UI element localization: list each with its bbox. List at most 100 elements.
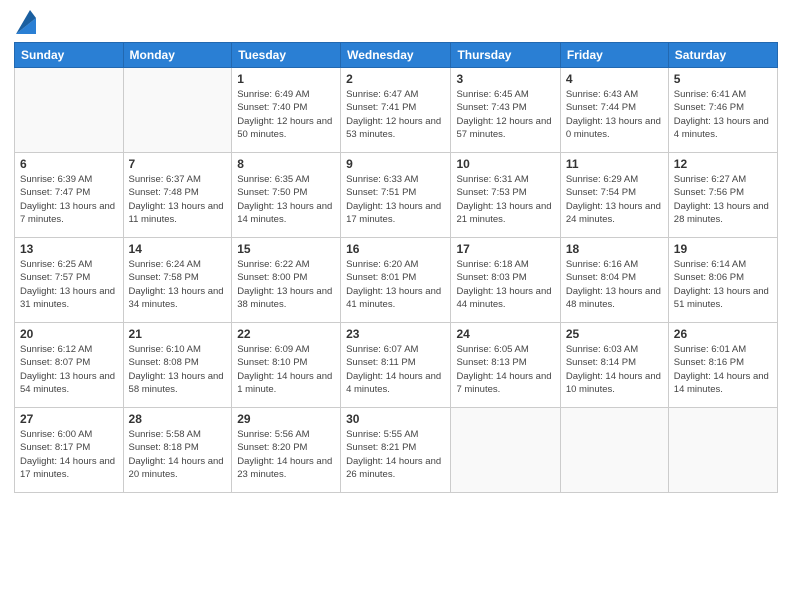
- day-info: Sunrise: 6:22 AM Sunset: 8:00 PM Dayligh…: [237, 258, 335, 311]
- day-info: Sunrise: 6:09 AM Sunset: 8:10 PM Dayligh…: [237, 343, 335, 396]
- logo: [14, 10, 36, 34]
- calendar-cell: 9 Sunrise: 6:33 AM Sunset: 7:51 PM Daylig…: [341, 153, 451, 238]
- logo-icon: [16, 10, 36, 34]
- day-info: Sunrise: 6:24 AM Sunset: 7:58 PM Dayligh…: [129, 258, 227, 311]
- day-info: Sunrise: 6:07 AM Sunset: 8:11 PM Dayligh…: [346, 343, 445, 396]
- day-info: Sunrise: 6:01 AM Sunset: 8:16 PM Dayligh…: [674, 343, 772, 396]
- day-number: 16: [346, 242, 445, 256]
- calendar-cell: 15 Sunrise: 6:22 AM Sunset: 8:00 PM Dayli…: [232, 238, 341, 323]
- calendar-cell: 6Sunrise: 6:39 AM Sunset: 7:47 PM Daylig…: [15, 153, 124, 238]
- day-number: 20: [20, 327, 118, 341]
- day-info: Sunrise: 6:10 AM Sunset: 8:08 PM Dayligh…: [129, 343, 227, 396]
- week-row-1: 6Sunrise: 6:39 AM Sunset: 7:47 PM Daylig…: [15, 153, 778, 238]
- day-number: 21: [129, 327, 227, 341]
- day-info: Sunrise: 6:20 AM Sunset: 8:01 PM Dayligh…: [346, 258, 445, 311]
- calendar-cell: 21 Sunrise: 6:10 AM Sunset: 8:08 PM Dayli…: [123, 323, 232, 408]
- calendar-cell: 25 Sunrise: 6:03 AM Sunset: 8:14 PM Dayli…: [560, 323, 668, 408]
- calendar-cell: 17 Sunrise: 6:18 AM Sunset: 8:03 PM Dayli…: [451, 238, 560, 323]
- day-number: 9: [346, 157, 445, 171]
- day-info: Sunrise: 6:29 AM Sunset: 7:54 PM Dayligh…: [566, 173, 663, 226]
- day-info: Sunrise: 6:14 AM Sunset: 8:06 PM Dayligh…: [674, 258, 772, 311]
- calendar-cell: 16 Sunrise: 6:20 AM Sunset: 8:01 PM Dayli…: [341, 238, 451, 323]
- week-row-0: 1 Sunrise: 6:49 AM Sunset: 7:40 PM Daylig…: [15, 68, 778, 153]
- calendar-cell: 18 Sunrise: 6:16 AM Sunset: 8:04 PM Dayli…: [560, 238, 668, 323]
- day-info: Sunrise: 6:27 AM Sunset: 7:56 PM Dayligh…: [674, 173, 772, 226]
- day-number: 30: [346, 412, 445, 426]
- day-info: Sunrise: 6:41 AM Sunset: 7:46 PM Dayligh…: [674, 88, 772, 141]
- weekday-header-row: SundayMondayTuesdayWednesdayThursdayFrid…: [15, 43, 778, 68]
- day-number: 19: [674, 242, 772, 256]
- calendar-cell: 1 Sunrise: 6:49 AM Sunset: 7:40 PM Daylig…: [232, 68, 341, 153]
- day-info: Sunrise: 6:16 AM Sunset: 8:04 PM Dayligh…: [566, 258, 663, 311]
- day-info: Sunrise: 6:43 AM Sunset: 7:44 PM Dayligh…: [566, 88, 663, 141]
- calendar-cell: 23 Sunrise: 6:07 AM Sunset: 8:11 PM Dayli…: [341, 323, 451, 408]
- week-row-2: 13Sunrise: 6:25 AM Sunset: 7:57 PM Dayli…: [15, 238, 778, 323]
- calendar-cell: 13Sunrise: 6:25 AM Sunset: 7:57 PM Dayli…: [15, 238, 124, 323]
- week-row-4: 27 Sunrise: 6:00 AM Sunset: 8:17 PM Dayli…: [15, 408, 778, 493]
- day-number: 1: [237, 72, 335, 86]
- day-number: 14: [129, 242, 227, 256]
- day-number: 5: [674, 72, 772, 86]
- calendar-cell: 2 Sunrise: 6:47 AM Sunset: 7:41 PM Daylig…: [341, 68, 451, 153]
- calendar-cell: 3Sunrise: 6:45 AM Sunset: 7:43 PM Daylig…: [451, 68, 560, 153]
- day-info: Sunrise: 5:55 AM Sunset: 8:21 PM Dayligh…: [346, 428, 445, 481]
- day-info: Sunrise: 5:56 AM Sunset: 8:20 PM Dayligh…: [237, 428, 335, 481]
- day-number: 3: [456, 72, 554, 86]
- calendar-cell: 11 Sunrise: 6:29 AM Sunset: 7:54 PM Dayli…: [560, 153, 668, 238]
- calendar-cell: 26 Sunrise: 6:01 AM Sunset: 8:16 PM Dayli…: [668, 323, 777, 408]
- day-info: Sunrise: 6:37 AM Sunset: 7:48 PM Dayligh…: [129, 173, 227, 226]
- calendar-cell: 12 Sunrise: 6:27 AM Sunset: 7:56 PM Dayli…: [668, 153, 777, 238]
- day-number: 17: [456, 242, 554, 256]
- day-number: 10: [456, 157, 554, 171]
- day-info: Sunrise: 6:18 AM Sunset: 8:03 PM Dayligh…: [456, 258, 554, 311]
- calendar-cell: 7 Sunrise: 6:37 AM Sunset: 7:48 PM Daylig…: [123, 153, 232, 238]
- day-info: Sunrise: 6:05 AM Sunset: 8:13 PM Dayligh…: [456, 343, 554, 396]
- day-info: Sunrise: 6:47 AM Sunset: 7:41 PM Dayligh…: [346, 88, 445, 141]
- calendar-table: SundayMondayTuesdayWednesdayThursdayFrid…: [14, 42, 778, 493]
- calendar-cell: 4 Sunrise: 6:43 AM Sunset: 7:44 PM Daylig…: [560, 68, 668, 153]
- calendar-cell: 10 Sunrise: 6:31 AM Sunset: 7:53 PM Dayli…: [451, 153, 560, 238]
- day-number: 24: [456, 327, 554, 341]
- page: SundayMondayTuesdayWednesdayThursdayFrid…: [0, 0, 792, 612]
- week-row-3: 20 Sunrise: 6:12 AM Sunset: 8:07 PM Dayli…: [15, 323, 778, 408]
- day-number: 27: [20, 412, 118, 426]
- day-number: 26: [674, 327, 772, 341]
- calendar-cell: 20 Sunrise: 6:12 AM Sunset: 8:07 PM Dayli…: [15, 323, 124, 408]
- day-number: 23: [346, 327, 445, 341]
- day-number: 6: [20, 157, 118, 171]
- calendar-cell: [15, 68, 124, 153]
- day-info: Sunrise: 6:33 AM Sunset: 7:51 PM Dayligh…: [346, 173, 445, 226]
- day-number: 25: [566, 327, 663, 341]
- weekday-thursday: Thursday: [451, 43, 560, 68]
- calendar-cell: 22Sunrise: 6:09 AM Sunset: 8:10 PM Dayli…: [232, 323, 341, 408]
- header: [14, 10, 778, 34]
- calendar-cell: 5 Sunrise: 6:41 AM Sunset: 7:46 PM Daylig…: [668, 68, 777, 153]
- day-info: Sunrise: 6:49 AM Sunset: 7:40 PM Dayligh…: [237, 88, 335, 141]
- day-number: 12: [674, 157, 772, 171]
- calendar-cell: [123, 68, 232, 153]
- day-info: Sunrise: 6:35 AM Sunset: 7:50 PM Dayligh…: [237, 173, 335, 226]
- calendar-cell: 19 Sunrise: 6:14 AM Sunset: 8:06 PM Dayli…: [668, 238, 777, 323]
- day-number: 28: [129, 412, 227, 426]
- day-info: Sunrise: 6:00 AM Sunset: 8:17 PM Dayligh…: [20, 428, 118, 481]
- calendar-cell: 27 Sunrise: 6:00 AM Sunset: 8:17 PM Dayli…: [15, 408, 124, 493]
- day-number: 4: [566, 72, 663, 86]
- calendar-cell: [451, 408, 560, 493]
- calendar-cell: 29 Sunrise: 5:56 AM Sunset: 8:20 PM Dayli…: [232, 408, 341, 493]
- day-number: 2: [346, 72, 445, 86]
- day-number: 7: [129, 157, 227, 171]
- weekday-wednesday: Wednesday: [341, 43, 451, 68]
- day-number: 15: [237, 242, 335, 256]
- day-number: 11: [566, 157, 663, 171]
- weekday-saturday: Saturday: [668, 43, 777, 68]
- weekday-sunday: Sunday: [15, 43, 124, 68]
- day-info: Sunrise: 6:31 AM Sunset: 7:53 PM Dayligh…: [456, 173, 554, 226]
- day-number: 29: [237, 412, 335, 426]
- calendar-cell: 8Sunrise: 6:35 AM Sunset: 7:50 PM Daylig…: [232, 153, 341, 238]
- calendar-cell: [668, 408, 777, 493]
- day-number: 18: [566, 242, 663, 256]
- day-info: Sunrise: 6:03 AM Sunset: 8:14 PM Dayligh…: [566, 343, 663, 396]
- weekday-tuesday: Tuesday: [232, 43, 341, 68]
- day-info: Sunrise: 6:12 AM Sunset: 8:07 PM Dayligh…: [20, 343, 118, 396]
- calendar-cell: 24 Sunrise: 6:05 AM Sunset: 8:13 PM Dayli…: [451, 323, 560, 408]
